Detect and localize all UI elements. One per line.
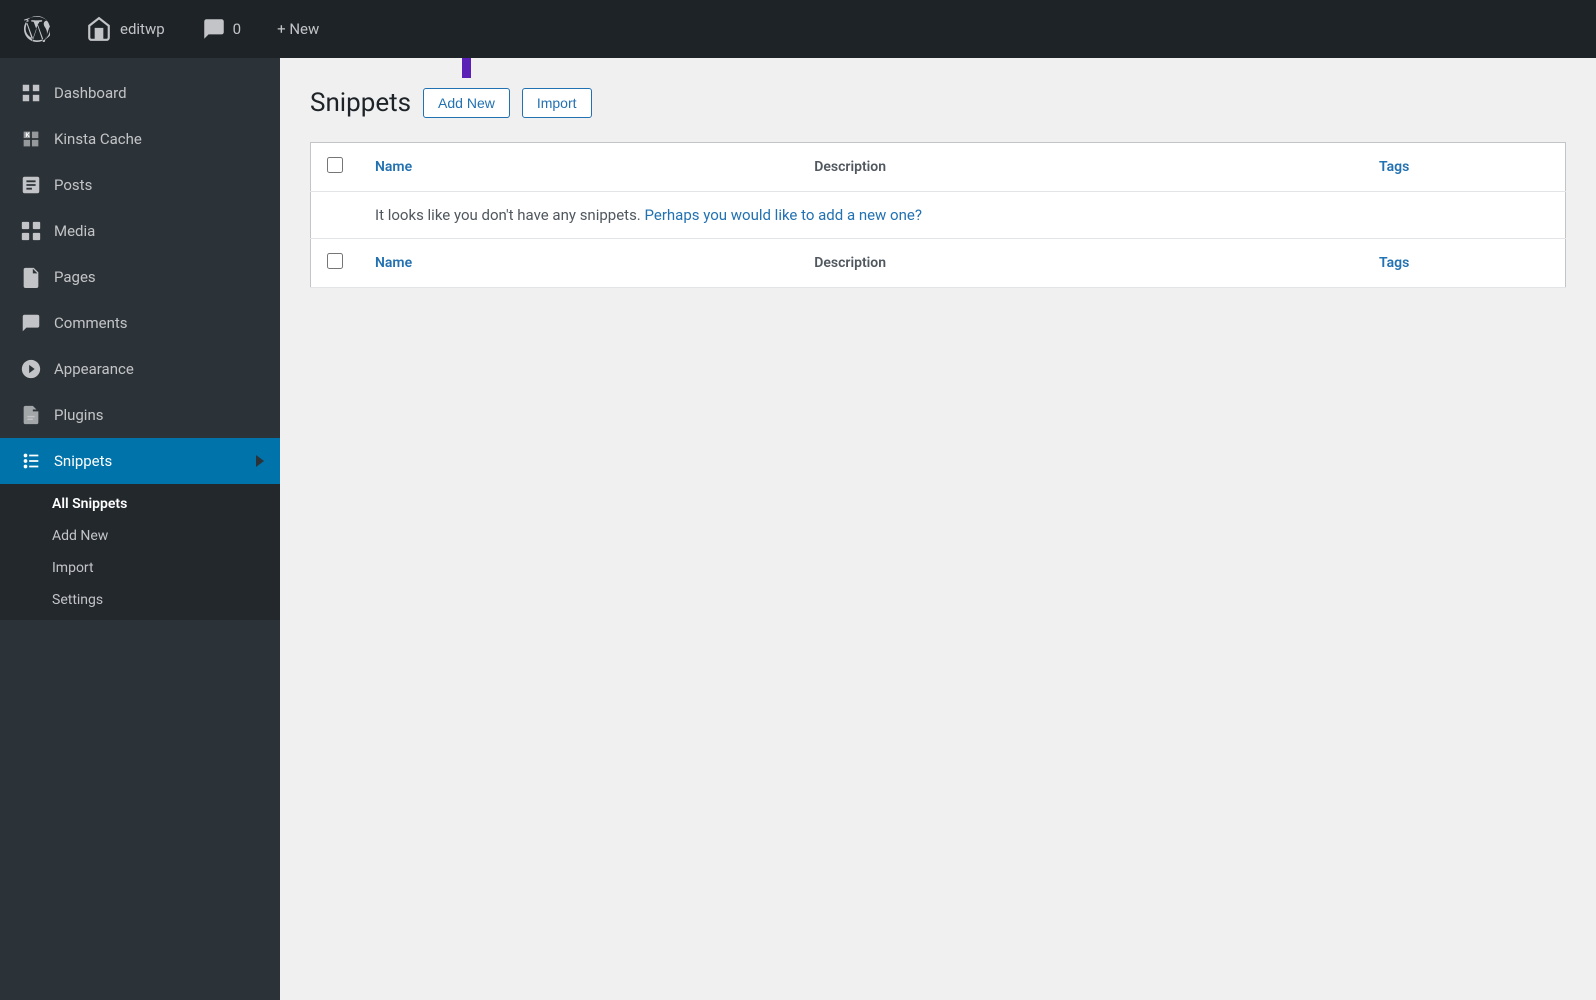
- sidebar-item-posts[interactable]: Posts: [0, 162, 280, 208]
- new-label: + New: [277, 20, 319, 38]
- admin-bar: editwp 0 + New: [0, 0, 1596, 58]
- tf-name[interactable]: Name: [359, 239, 798, 288]
- admin-bar-new[interactable]: + New: [269, 16, 327, 42]
- arrow-shaft: [462, 58, 471, 78]
- arrow-annotation: [453, 58, 479, 78]
- sidebar-item-appearance[interactable]: Appearance: [0, 346, 280, 392]
- comments-count: 0: [233, 20, 241, 38]
- table-header-row: Name Description Tags: [311, 143, 1566, 192]
- select-all-checkbox[interactable]: [327, 157, 343, 173]
- th-checkbox: [311, 143, 360, 192]
- tf-checkbox: [311, 239, 360, 288]
- sidebar-label-media: Media: [54, 221, 95, 242]
- sidebar-label-plugins: Plugins: [54, 405, 103, 426]
- th-tags[interactable]: Tags: [1363, 143, 1566, 192]
- import-button[interactable]: Import: [522, 88, 592, 118]
- snippets-submenu: All Snippets Add New Import Settings: [0, 484, 280, 620]
- sidebar-label-pages: Pages: [54, 267, 96, 288]
- tf-tags[interactable]: Tags: [1363, 239, 1566, 288]
- sidebar-label-appearance: Appearance: [54, 359, 134, 380]
- select-all-bottom-checkbox[interactable]: [327, 253, 343, 269]
- sidebar-item-plugins[interactable]: Plugins: [0, 392, 280, 438]
- submenu-import[interactable]: Import: [0, 552, 280, 584]
- th-name[interactable]: Name: [359, 143, 798, 192]
- sidebar-label-snippets: Snippets: [54, 451, 112, 472]
- submenu-all-snippets[interactable]: All Snippets: [0, 488, 280, 520]
- add-new-link[interactable]: Perhaps you would like to add a new one?: [645, 206, 922, 224]
- sidebar-label-posts: Posts: [54, 175, 92, 196]
- sidebar-label-comments: Comments: [54, 313, 128, 334]
- sidebar-item-media[interactable]: Media: [0, 208, 280, 254]
- page-title-row: Snippets Add New Import: [310, 88, 1566, 118]
- empty-state-row: It looks like you don't have any snippet…: [311, 192, 1566, 239]
- sidebar-label-dashboard: Dashboard: [54, 83, 127, 104]
- empty-message-text: It looks like you don't have any snippet…: [375, 206, 641, 224]
- page-title: Snippets: [310, 88, 411, 118]
- site-name: editwp: [120, 20, 165, 38]
- content-area: Snippets Add New Import Name: [280, 58, 1596, 1000]
- active-chevron: [256, 455, 264, 467]
- empty-message-cell: It looks like you don't have any snippet…: [359, 192, 1566, 239]
- sidebar-item-kinsta-cache[interactable]: K Kinsta Cache: [0, 116, 280, 162]
- sidebar-item-comments[interactable]: Comments: [0, 300, 280, 346]
- tf-description: Description: [798, 239, 1363, 288]
- admin-bar-site[interactable]: editwp: [78, 12, 173, 46]
- sidebar-item-pages[interactable]: Pages: [0, 254, 280, 300]
- add-new-button[interactable]: Add New: [423, 88, 510, 118]
- snippets-table: Name Description Tags It looks like you …: [310, 142, 1566, 288]
- submenu-add-new[interactable]: Add New: [0, 520, 280, 552]
- table-footer-row: Name Description Tags: [311, 239, 1566, 288]
- sidebar-label-kinsta: Kinsta Cache: [54, 129, 142, 150]
- submenu-settings[interactable]: Settings: [0, 584, 280, 616]
- sidebar-item-dashboard[interactable]: Dashboard: [0, 70, 280, 116]
- sidebar: Dashboard K Kinsta Cache Posts Media: [0, 58, 280, 1000]
- sidebar-item-snippets[interactable]: Snippets: [0, 438, 280, 484]
- admin-bar-comments[interactable]: 0: [193, 12, 249, 46]
- th-description: Description: [798, 143, 1363, 192]
- main-layout: Dashboard K Kinsta Cache Posts Media: [0, 58, 1596, 1000]
- empty-cb-cell: [311, 192, 360, 239]
- wp-logo[interactable]: [16, 12, 58, 46]
